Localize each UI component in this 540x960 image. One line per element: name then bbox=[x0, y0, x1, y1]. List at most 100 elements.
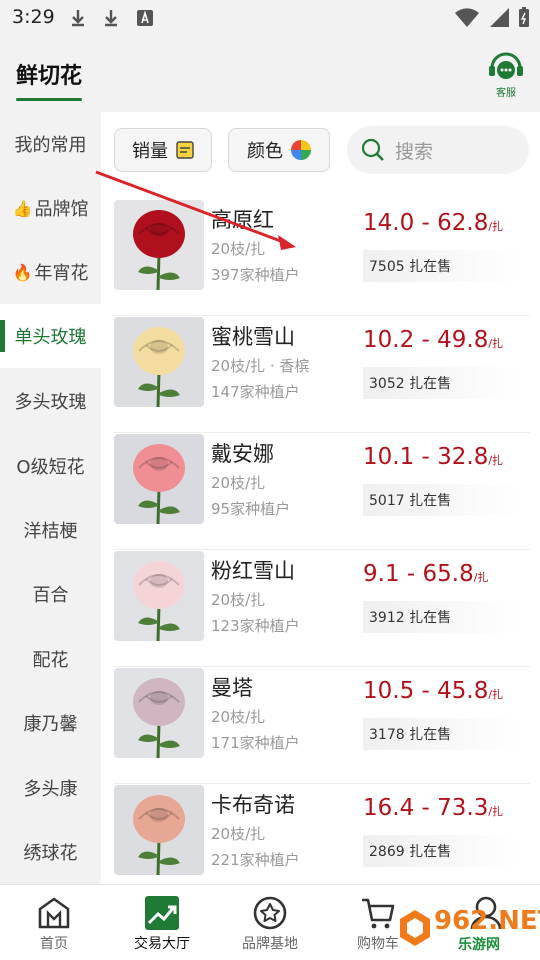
rose-image bbox=[133, 561, 185, 641]
sort-by-sales-button[interactable]: 销量 bbox=[114, 128, 212, 172]
row-divider bbox=[114, 783, 530, 784]
color-wheel-icon bbox=[291, 140, 311, 160]
download-icon bbox=[72, 10, 84, 27]
product-spec: 20枝/扎 bbox=[211, 591, 266, 609]
search-placeholder: 搜索 bbox=[395, 140, 434, 163]
product-spec: 20枝/扎 bbox=[211, 708, 266, 726]
product-image[interactable] bbox=[114, 200, 204, 290]
sidebar-item-label: 多头玫瑰 bbox=[14, 392, 87, 413]
stock-badge: 3052 扎在售 bbox=[363, 367, 519, 399]
product-spec: 20枝/扎 bbox=[211, 240, 266, 258]
price-unit: /扎 bbox=[488, 220, 504, 233]
product-name: 粉红雪山 bbox=[211, 559, 295, 583]
product-image[interactable] bbox=[114, 668, 204, 758]
product-name: 高原红 bbox=[211, 208, 274, 232]
trade-chart-icon bbox=[145, 896, 179, 930]
row-divider bbox=[114, 549, 530, 550]
product-name: 曼塔 bbox=[211, 676, 253, 700]
sidebar-item-label: 洋桔梗 bbox=[23, 521, 78, 542]
row-divider bbox=[114, 315, 530, 316]
product-row[interactable]: 高原红 20枝/扎 397家种植户 14.0 - 62.8/扎 7505 扎在售 bbox=[101, 200, 540, 317]
customer-service-icon bbox=[489, 52, 523, 79]
watermark-logo-icon bbox=[400, 910, 430, 946]
price-unit: /扎 bbox=[488, 337, 504, 350]
category-sidebar: 我的常用 👍 品牌馆 🔥 年宵花 单头玫瑰 多头玫瑰 O级短花 洋桔梗 百合 配花 … bbox=[0, 112, 101, 884]
price-value: 16.4 - 73.3 bbox=[363, 795, 489, 821]
watermark-text: 962.NET bbox=[434, 906, 540, 936]
grower-count: 171家种植户 bbox=[211, 734, 300, 752]
fire-icon: 🔥 bbox=[12, 262, 33, 282]
download-icon bbox=[105, 10, 117, 27]
product-row[interactable]: 粉红雪山 20枝/扎 123家种植户 9.1 - 65.8/扎 3912 扎在售 bbox=[101, 551, 540, 668]
row-divider bbox=[114, 666, 530, 667]
product-image[interactable] bbox=[114, 551, 204, 641]
top-header: 鲜切花 客服 bbox=[0, 36, 540, 112]
grower-count: 397家种植户 bbox=[211, 266, 300, 284]
nav-label: 品牌基地 bbox=[242, 936, 298, 952]
product-image[interactable] bbox=[114, 785, 204, 875]
status-bar: 3:29 bbox=[0, 0, 540, 36]
sort-note-icon bbox=[176, 141, 194, 159]
sidebar-item-eustoma[interactable]: 洋桔梗 bbox=[0, 498, 101, 562]
sidebar-item-label: 百合 bbox=[32, 585, 69, 606]
home-icon bbox=[38, 897, 70, 929]
product-row[interactable]: 戴安娜 20枝/扎 95家种植户 10.1 - 32.8/扎 5017 扎在售 bbox=[101, 434, 540, 551]
price-value: 10.5 - 45.8 bbox=[363, 678, 489, 704]
cart-icon bbox=[362, 898, 395, 929]
customer-service-label: 客服 bbox=[496, 88, 516, 99]
sidebar-item-brand[interactable]: 👍 品牌馆 bbox=[0, 176, 101, 240]
sidebar-item-new-year[interactable]: 🔥 年宵花 bbox=[0, 240, 101, 304]
customer-service-button[interactable]: 客服 bbox=[486, 50, 526, 99]
wifi-icon bbox=[455, 8, 479, 27]
price-range: 14.0 - 62.8/扎 bbox=[363, 210, 503, 236]
product-image[interactable] bbox=[114, 434, 204, 524]
stock-badge: 3178 扎在售 bbox=[363, 718, 519, 750]
sidebar-item-label: 品牌馆 bbox=[34, 199, 89, 220]
search-bar[interactable]: 搜索 bbox=[347, 126, 529, 174]
sidebar-item-single-rose[interactable]: 单头玫瑰 bbox=[0, 304, 101, 368]
price-value: 9.1 - 65.8 bbox=[363, 561, 474, 587]
nav-label: 交易大厅 bbox=[134, 936, 190, 952]
price-range: 10.5 - 45.8/扎 bbox=[363, 678, 503, 704]
price-unit: /扎 bbox=[488, 805, 504, 818]
sidebar-item-spray-carnation[interactable]: 多头康 bbox=[0, 756, 101, 820]
nav-brand-base[interactable]: 品牌基地 bbox=[216, 885, 324, 960]
product-row[interactable]: 曼塔 20枝/扎 171家种植户 10.5 - 45.8/扎 3178 扎在售 bbox=[101, 668, 540, 785]
product-row[interactable]: 蜜桃雪山 20枝/扎 · 香槟 147家种植户 10.2 - 49.8/扎 3052 扎… bbox=[101, 317, 540, 434]
price-range: 10.2 - 49.8/扎 bbox=[363, 327, 503, 353]
sidebar-item-label: 绣球花 bbox=[23, 843, 78, 864]
rose-image bbox=[133, 678, 185, 758]
sidebar-item-multi-rose[interactable]: 多头玫瑰 bbox=[0, 369, 101, 433]
product-name: 戴安娜 bbox=[211, 442, 274, 466]
sidebar-item-hydrangea[interactable]: 绣球花 bbox=[0, 820, 101, 884]
product-name: 蜜桃雪山 bbox=[211, 325, 295, 349]
grower-count: 221家种植户 bbox=[211, 851, 300, 869]
page-title[interactable]: 鲜切花 bbox=[16, 58, 82, 90]
sidebar-item-filler[interactable]: 配花 bbox=[0, 627, 101, 691]
site-watermark: 962.NET 乐游网 bbox=[398, 904, 540, 956]
sidebar-item-carnation[interactable]: 康乃馨 bbox=[0, 691, 101, 755]
price-range: 10.1 - 32.8/扎 bbox=[363, 444, 503, 470]
price-unit: /扎 bbox=[488, 688, 504, 701]
rose-image bbox=[133, 327, 185, 407]
color-filter-button[interactable]: 颜色 bbox=[228, 128, 330, 172]
price-value: 10.2 - 49.8 bbox=[363, 327, 489, 353]
sidebar-item-lily[interactable]: 百合 bbox=[0, 562, 101, 626]
rose-image bbox=[133, 444, 185, 524]
sidebar-item-o-grade[interactable]: O级短花 bbox=[0, 434, 101, 498]
rose-image bbox=[133, 795, 185, 875]
nav-home[interactable]: 首页 bbox=[0, 885, 108, 960]
product-panel: 销量 颜色 搜索 高原红 20枝/扎 397家种植户 14.0 - 62.8/扎 750… bbox=[101, 112, 540, 901]
price-value: 14.0 - 62.8 bbox=[363, 210, 489, 236]
title-underline bbox=[16, 98, 82, 101]
price-unit: /扎 bbox=[473, 571, 489, 584]
sidebar-item-favorites[interactable]: 我的常用 bbox=[0, 112, 101, 176]
product-spec: 20枝/扎 bbox=[211, 825, 266, 843]
nav-trading-hall[interactable]: 交易大厅 bbox=[108, 885, 216, 960]
product-image[interactable] bbox=[114, 317, 204, 407]
sidebar-item-label: 多头康 bbox=[23, 779, 78, 800]
price-range: 16.4 - 73.3/扎 bbox=[363, 795, 503, 821]
price-range: 9.1 - 65.8/扎 bbox=[363, 561, 488, 587]
grower-count: 147家种植户 bbox=[211, 383, 300, 401]
battery-icon bbox=[519, 7, 529, 27]
